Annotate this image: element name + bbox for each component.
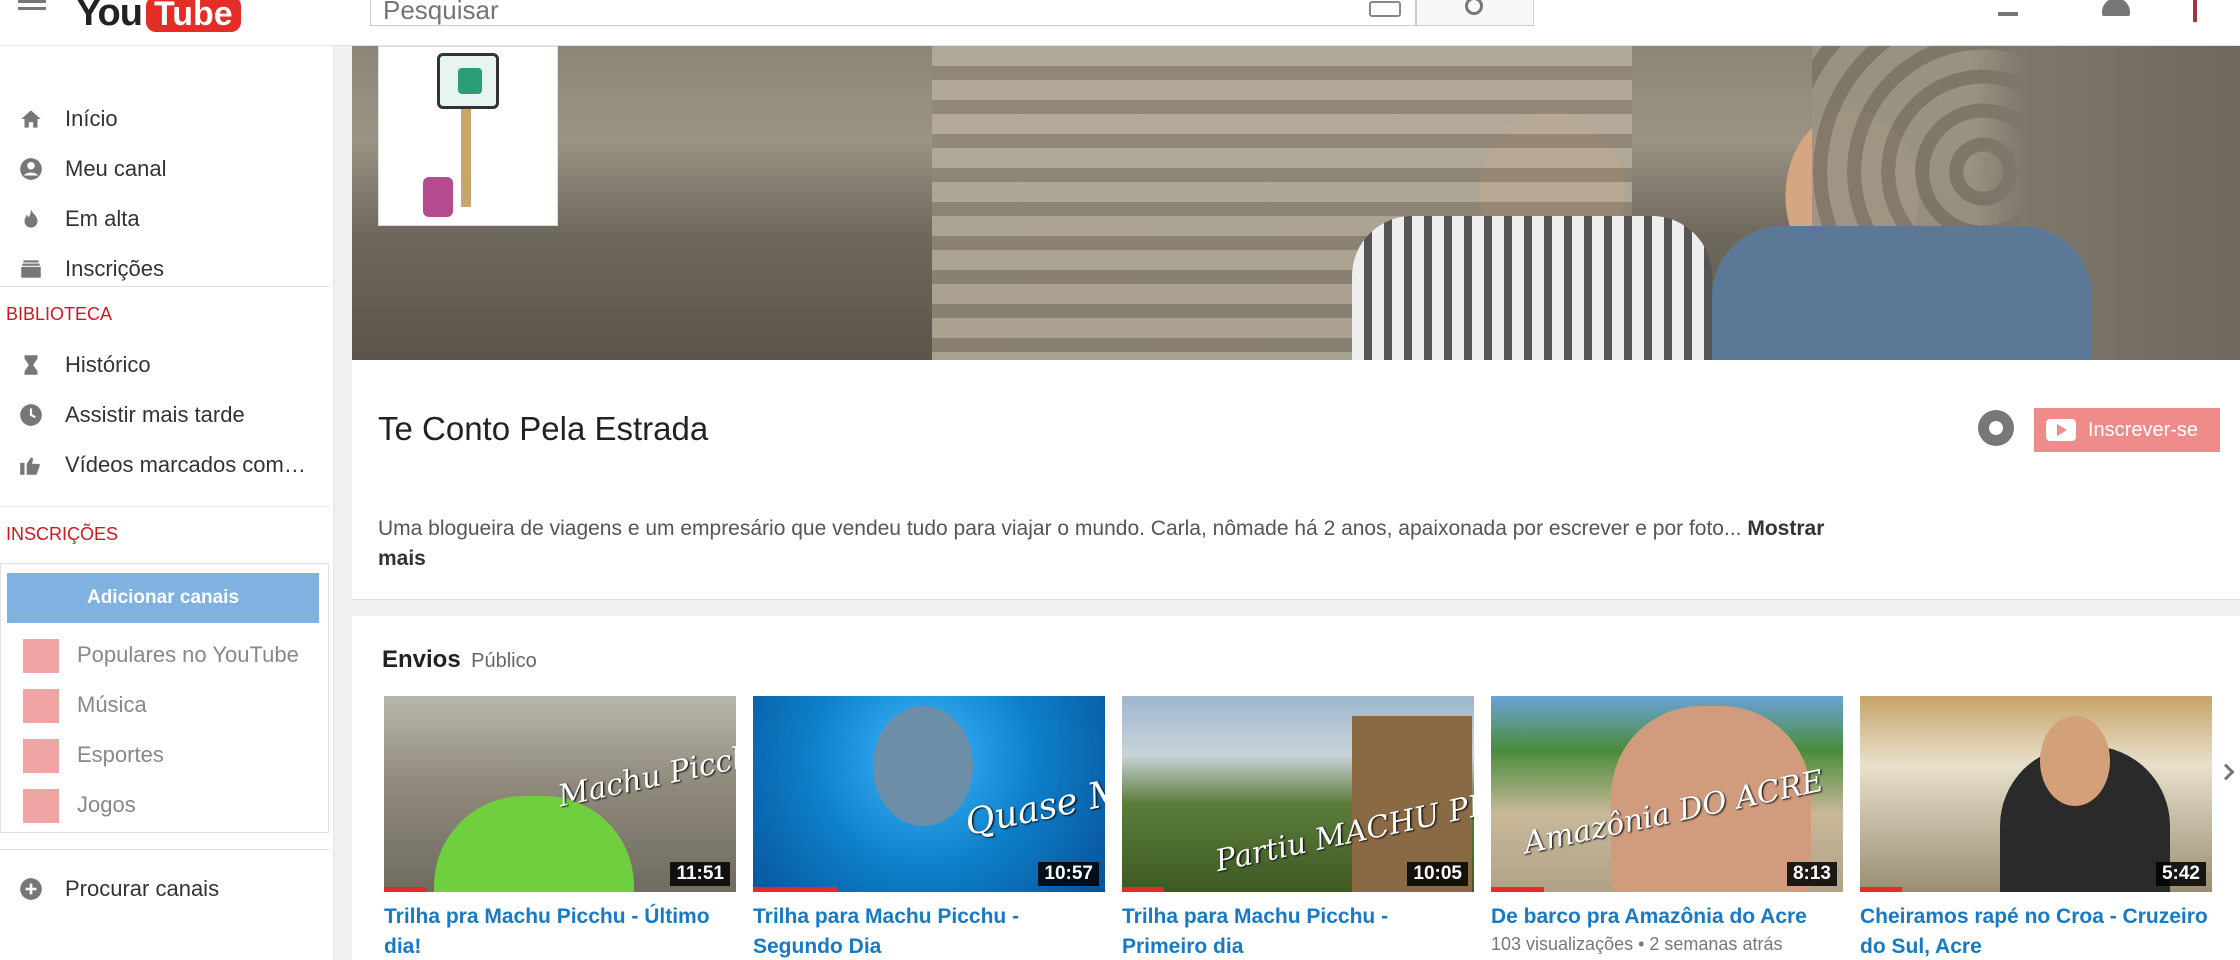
search-icon — [1465, 0, 1483, 15]
thumbnail-overlay-text: Machu Picchu CHEGAMOS! — [554, 696, 736, 815]
video-title[interactable]: Trilha pra Machu Picchu - Último dia! — [384, 902, 736, 960]
gear-icon[interactable] — [1978, 410, 2014, 446]
channel-avatar[interactable] — [378, 46, 558, 226]
sign-board — [437, 53, 499, 109]
divider — [0, 849, 330, 850]
video-title[interactable]: Cheiramos rapé no Croa - Cruzeiro do Sul… — [1860, 902, 2212, 960]
video-card[interactable]: Amazônia DO ACRE 8:13 De barco pra Amazô… — [1491, 696, 1843, 956]
watch-progress-bar — [753, 887, 838, 892]
video-thumbnail[interactable]: 5:42 — [1860, 696, 2212, 892]
play-icon — [2046, 419, 2076, 441]
search-box — [370, 0, 1416, 26]
banner-person-left — [1352, 216, 1712, 360]
uploads-header: Envios Público — [382, 646, 537, 674]
sidebar-item-esportes[interactable]: Esportes — [1, 728, 321, 778]
video-duration: 5:42 — [2155, 862, 2206, 886]
home-icon — [21, 110, 41, 128]
add-circle-icon — [20, 878, 42, 900]
video-duration: 11:51 — [670, 862, 730, 886]
keyboard-icon[interactable] — [1369, 1, 1401, 17]
channel-banner — [352, 46, 2240, 360]
add-channels-button[interactable]: Adicionar canais — [7, 573, 319, 623]
video-duration: 10:05 — [1407, 862, 1468, 886]
sidebar-item-em-alta[interactable]: Em alta — [0, 194, 330, 244]
video-title[interactable]: Trilha para Machu Picchu - Primeiro dia — [1122, 902, 1474, 960]
subscriptions-icon — [21, 260, 41, 278]
divider — [0, 506, 330, 507]
uploads-title[interactable]: Envios — [382, 646, 461, 673]
bell-icon[interactable] — [2102, 0, 2130, 16]
channel-description: Uma blogueira de viagens e um empresário… — [378, 514, 1838, 574]
clock-icon — [20, 404, 42, 426]
video-meta: 103 visualizações • 2 semanas atrás — [1491, 934, 1783, 954]
thumbs-up-icon — [20, 457, 40, 475]
search-button[interactable] — [1416, 0, 1534, 26]
sidebar-item-populares[interactable]: Populares no YouTube — [1, 628, 321, 678]
video-duration: 8:13 — [1786, 862, 1837, 886]
avatar[interactable] — [2186, 0, 2204, 22]
ball-icon — [23, 739, 59, 773]
gamepad-icon — [23, 789, 59, 823]
sidebar-item-musica[interactable]: Música — [1, 678, 321, 728]
video-card[interactable]: 5:42 Cheiramos rapé no Croa - Cruzeiro d… — [1860, 696, 2212, 960]
video-title[interactable]: Trilha para Machu Picchu - Segundo Dia — [753, 902, 1105, 960]
sidebar-item-procurar-canais[interactable]: Procurar canais — [0, 864, 330, 914]
video-card[interactable]: Quase MORRI! 10:57 Trilha para Machu Pic… — [753, 696, 1105, 960]
sidebar-item-inicio[interactable]: Início — [0, 94, 330, 144]
sidebar-item-jogos[interactable]: Jogos — [1, 778, 321, 828]
uploads-visibility: Público — [471, 650, 537, 672]
top-bar: You Tube — [0, 0, 2240, 46]
hourglass-icon — [24, 355, 38, 375]
description-text: Uma blogueira de viagens e um empresário… — [378, 517, 1742, 540]
menu-icon[interactable] — [18, 0, 46, 14]
flame-icon — [24, 209, 38, 228]
video-title[interactable]: De barco pra Amazônia do Acre — [1491, 902, 1843, 932]
sidebar: Início Meu canal Em alta Inscrições BIBL… — [0, 46, 334, 960]
library-heading: BIBLIOTECA — [6, 304, 113, 324]
video-duration: 10:57 — [1038, 862, 1099, 886]
hikers-icon — [458, 68, 482, 94]
channel-title: Te Conto Pela Estrada — [378, 410, 709, 447]
watch-progress-bar — [1122, 887, 1165, 892]
sidebar-item-assistir-mais-tarde[interactable]: Assistir mais tarde — [0, 390, 330, 440]
sidebar-item-historico[interactable]: Histórico — [0, 340, 330, 390]
music-note-icon — [23, 689, 59, 723]
thumbnail-overlay-text: Quase MORRI! — [961, 746, 1105, 845]
subscribe-button[interactable]: Inscrever-se — [2034, 408, 2220, 452]
sidebar-item-meu-canal[interactable]: Meu canal — [0, 144, 330, 194]
upload-icon[interactable] — [1998, 0, 2018, 16]
search-input[interactable] — [371, 0, 1361, 25]
video-thumbnail[interactable]: Amazônia DO ACRE 8:13 — [1491, 696, 1843, 892]
account-icon — [20, 158, 42, 180]
subscribe-label: Inscrever-se — [2088, 418, 2199, 441]
youtube-logo[interactable]: You Tube — [76, 0, 241, 35]
video-card[interactable]: Machu Picchu CHEGAMOS! 11:51 Trilha pra … — [384, 696, 736, 960]
video-thumbnail[interactable]: Quase MORRI! 10:57 — [753, 696, 1105, 892]
watch-progress-bar — [1860, 887, 1903, 892]
sidebar-item-videos-marcados[interactable]: Vídeos marcados com… — [0, 440, 330, 490]
star-icon — [23, 639, 59, 673]
watch-progress-bar — [1491, 887, 1544, 892]
video-thumbnail[interactable]: Machu Picchu CHEGAMOS! 11:51 — [384, 696, 736, 892]
divider — [0, 286, 330, 287]
uploads-section: Envios Público Machu Picchu CHEGAMOS! 11… — [352, 616, 2240, 960]
video-card[interactable]: Partiu MACHU PICCHU! 10:05 Trilha para M… — [1122, 696, 1474, 960]
subscriptions-heading: INSCRIÇÕES — [6, 524, 119, 544]
watch-progress-bar — [384, 887, 427, 892]
chevron-right-icon[interactable] — [2217, 763, 2235, 781]
channel-info: Te Conto Pela Estrada Inscrever-se Uma b… — [352, 360, 2240, 600]
backpack-icon — [423, 177, 453, 217]
banner-person-right — [1712, 226, 2092, 360]
video-thumbnail[interactable]: Partiu MACHU PICCHU! 10:05 — [1122, 696, 1474, 892]
